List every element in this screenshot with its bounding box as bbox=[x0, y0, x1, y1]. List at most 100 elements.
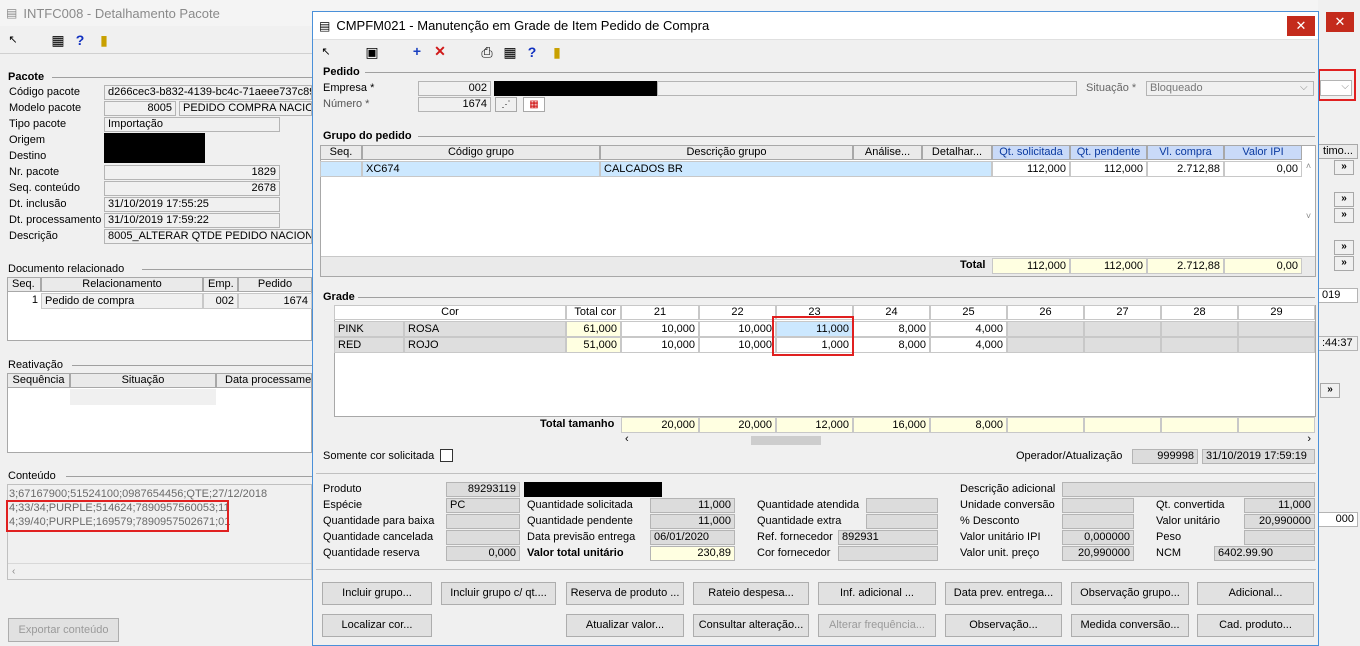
help-icon[interactable]: ? bbox=[524, 44, 540, 60]
lookup-button[interactable]: ⋰ bbox=[495, 97, 517, 112]
grupo-vscrollbar[interactable]: ˄ ˅ bbox=[1302, 161, 1315, 255]
reserva-produto-button[interactable]: Reserva de produto ... bbox=[566, 582, 684, 605]
grupo-row-qt-solicitada[interactable]: 112,000 bbox=[992, 161, 1070, 177]
size-23-highlight-box bbox=[772, 316, 854, 356]
incluir-grupo-qt-button[interactable]: Incluir grupo c/ qt.... bbox=[441, 582, 556, 605]
exportar-conteudo-button[interactable]: Exportar conteúdo bbox=[8, 618, 119, 642]
somente-cor-label: Somente cor solicitada bbox=[323, 450, 435, 462]
bg-date-fragment: 019 bbox=[1318, 288, 1358, 303]
grade-row-red-size-26[interactable] bbox=[1007, 337, 1084, 353]
grupo-header-codigo: Código grupo bbox=[362, 145, 600, 160]
grade-row-pink-size-22[interactable]: 10,000 bbox=[699, 321, 776, 337]
bg-timo-header: timo... bbox=[1318, 144, 1358, 159]
grade-row-red-size-29[interactable] bbox=[1238, 337, 1315, 353]
incluir-grupo-button[interactable]: Incluir grupo... bbox=[322, 582, 432, 605]
grupo-row-vl-compra[interactable]: 2.712,88 bbox=[1147, 161, 1224, 177]
grade-row-pink-size-28[interactable] bbox=[1161, 321, 1238, 337]
grade-row-pink-size-26[interactable] bbox=[1007, 321, 1084, 337]
localizar-cor-button[interactable]: Localizar cor... bbox=[322, 614, 432, 637]
numero-field[interactable]: 1674 bbox=[418, 97, 491, 112]
rateio-despesa-button[interactable]: Rateio despesa... bbox=[693, 582, 809, 605]
grade-row-pink-size-27[interactable] bbox=[1084, 321, 1161, 337]
delete-icon[interactable]: ✕ bbox=[432, 43, 448, 59]
grade-header-size-25: 25 bbox=[930, 305, 1007, 320]
bg-arrow-button-2[interactable]: » bbox=[1334, 192, 1354, 207]
docrel-cell-emp[interactable]: 002 bbox=[203, 293, 238, 309]
alterar-frequencia-button[interactable]: Alterar frequência... bbox=[818, 614, 936, 637]
origem-label: Origem bbox=[9, 134, 46, 146]
produto-field[interactable]: 89293119 bbox=[446, 482, 520, 497]
help-icon[interactable]: ? bbox=[72, 32, 88, 48]
peso-field bbox=[1244, 530, 1315, 545]
print-icon[interactable]: ⎙ bbox=[479, 44, 495, 60]
valor-unitario-ipi-field: 0,000000 bbox=[1062, 530, 1134, 545]
grade-row-red-size-24[interactable]: 8,000 bbox=[853, 337, 930, 353]
scroll-left-icon[interactable]: ‹ bbox=[625, 433, 629, 445]
conteudo-hscrollbar[interactable]: ‹ bbox=[8, 563, 311, 579]
bg-arrow-button-5[interactable]: » bbox=[1334, 256, 1354, 271]
grade-row-pink-size-24[interactable]: 8,000 bbox=[853, 321, 930, 337]
medida-conversao-button[interactable]: Medida conversão... bbox=[1071, 614, 1189, 637]
observacao-button[interactable]: Observação... bbox=[945, 614, 1062, 637]
bg-arrow-button-3[interactable]: » bbox=[1334, 208, 1354, 223]
grade-row-red-code[interactable]: RED bbox=[334, 337, 404, 353]
docrel-cell-seq[interactable]: 1 bbox=[7, 293, 41, 309]
grade-total-label: Total tamanho bbox=[540, 418, 615, 430]
bg-combo-fragment[interactable]: ⌵ bbox=[1320, 80, 1352, 96]
grade-hscrollbar[interactable]: ‹ › bbox=[621, 433, 1315, 447]
grupo-row-qt-pendente[interactable]: 112,000 bbox=[1070, 161, 1147, 177]
main-close-button[interactable]: ✕ bbox=[1287, 16, 1315, 36]
grade-row-pink-size-25[interactable]: 4,000 bbox=[930, 321, 1007, 337]
add-icon[interactable]: + bbox=[409, 43, 425, 59]
chevron-down-icon[interactable]: ⌵ bbox=[1300, 82, 1308, 93]
grupo-header-detalhar: Detalhar... bbox=[922, 145, 992, 160]
atualizar-valor-button[interactable]: Atualizar valor... bbox=[566, 614, 684, 637]
somente-cor-checkbox[interactable] bbox=[440, 449, 453, 462]
cursor-arrow-icon[interactable]: ↖ bbox=[318, 44, 334, 60]
scroll-thumb[interactable] bbox=[751, 436, 821, 445]
scroll-right-icon[interactable]: › bbox=[1307, 433, 1311, 445]
exit-door-icon[interactable]: ▮ bbox=[549, 44, 565, 60]
exit-door-icon[interactable]: ▮ bbox=[96, 32, 112, 48]
bg-arrow-button-4[interactable]: » bbox=[1334, 240, 1354, 255]
desconto-field bbox=[1062, 514, 1134, 529]
save-icon[interactable]: ▣ bbox=[364, 44, 380, 60]
grade-row-red-size-27[interactable] bbox=[1084, 337, 1161, 353]
cursor-arrow-icon[interactable]: ↖ bbox=[5, 32, 21, 48]
produto-label: Produto bbox=[323, 483, 362, 495]
bg-close-button[interactable]: ✕ bbox=[1326, 12, 1354, 32]
calendar-icon[interactable]: ▦ bbox=[523, 97, 545, 112]
grade-row-red-size-28[interactable] bbox=[1161, 337, 1238, 353]
inf-adicional-button[interactable]: Inf. adicional ... bbox=[818, 582, 936, 605]
grade-total-size-26 bbox=[1007, 417, 1084, 433]
situacao-select[interactable]: Bloqueado bbox=[1146, 81, 1314, 96]
grade-row-red-name[interactable]: ROJO bbox=[404, 337, 566, 353]
bg-arrow-button-6[interactable]: » bbox=[1320, 383, 1340, 398]
empresa-field[interactable]: 002 bbox=[418, 81, 491, 96]
grade-row-pink-size-21[interactable]: 10,000 bbox=[621, 321, 699, 337]
observacao-grupo-button[interactable]: Observação grupo... bbox=[1071, 582, 1189, 605]
adicional-button[interactable]: Adicional... bbox=[1197, 582, 1314, 605]
grade-row-red-size-21[interactable]: 10,000 bbox=[621, 337, 699, 353]
produto-panel-divider bbox=[316, 473, 1316, 474]
docrel-cell-relacionamento[interactable]: Pedido de compra bbox=[41, 293, 203, 309]
cad-produto-button[interactable]: Cad. produto... bbox=[1197, 614, 1314, 637]
grade-row-pink-name[interactable]: ROSA bbox=[404, 321, 566, 337]
grade-row-red-size-25[interactable]: 4,000 bbox=[930, 337, 1007, 353]
consultar-alteracao-button[interactable]: Consultar alteração... bbox=[693, 614, 809, 637]
conteudo-line-1: 3;67167900;51524100;0987654456;QTE;27/12… bbox=[9, 488, 268, 500]
grupo-row-codigo[interactable]: XC674 bbox=[362, 161, 600, 177]
qtd-atendida-field bbox=[866, 498, 938, 513]
grupo-row-valor-ipi[interactable]: 0,00 bbox=[1224, 161, 1302, 177]
docrel-cell-pedido[interactable]: 1674 bbox=[238, 293, 312, 309]
data-prev-entrega-button[interactable]: Data prev. entrega... bbox=[945, 582, 1062, 605]
bg-arrow-button-1[interactable]: » bbox=[1334, 160, 1354, 175]
grid-icon[interactable]: ▦ bbox=[502, 44, 518, 60]
grade-row-pink-code[interactable]: PINK bbox=[334, 321, 404, 337]
grupo-row-descricao[interactable]: CALCADOS BR bbox=[600, 161, 992, 177]
grid-icon[interactable]: ▦ bbox=[50, 32, 66, 48]
grade-row-red-size-22[interactable]: 10,000 bbox=[699, 337, 776, 353]
grupo-row-seq[interactable] bbox=[320, 161, 362, 177]
modelo-desc-field: PEDIDO COMPRA NACIONA bbox=[179, 101, 312, 116]
grade-row-pink-size-29[interactable] bbox=[1238, 321, 1315, 337]
